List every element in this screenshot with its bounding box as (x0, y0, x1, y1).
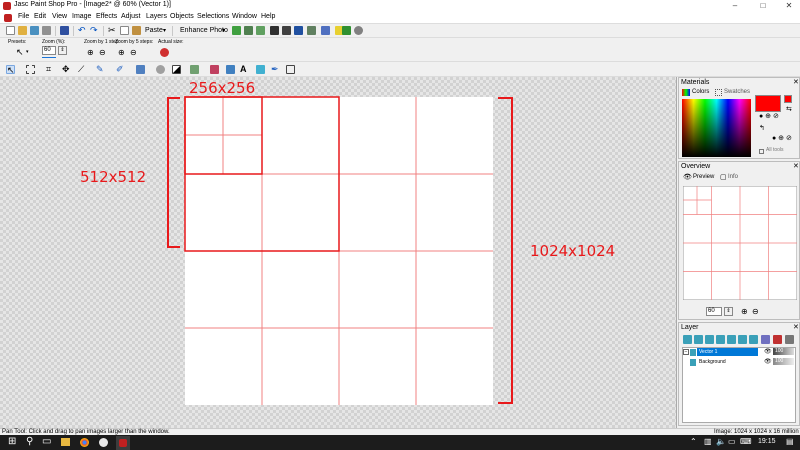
reset-colors-icon[interactable]: ↰ (759, 124, 765, 132)
layer-palette: Layer ✕ − Vector 1 👁 100 Background 👁 10… (678, 322, 800, 426)
overview-zoom-in-icon[interactable]: ⊕ (741, 307, 750, 316)
layer-title: Layer (681, 324, 699, 331)
swap-colors-icon[interactable]: ⇆ (786, 105, 792, 113)
new-mask-icon[interactable] (716, 335, 725, 344)
tab-info[interactable]: Info (728, 174, 738, 180)
info-tab-icon: ▢ (720, 174, 727, 181)
layer-properties-icon[interactable] (761, 335, 770, 344)
layer-opacity-slider[interactable]: 100 (773, 358, 794, 365)
overview-title: Overview (681, 163, 711, 170)
keyboard-icon[interactable]: ⌨ (740, 437, 752, 446)
new-art-layer-icon[interactable] (705, 335, 714, 344)
bracket-512 (167, 97, 180, 248)
tab-preview[interactable]: Preview (693, 174, 714, 180)
label-512: 512x512 (80, 168, 147, 186)
volume-icon[interactable]: 🔈 (716, 437, 726, 446)
layer-visibility-icon[interactable]: 👁 (764, 348, 772, 355)
overview-zoom-input[interactable]: 60 (706, 307, 722, 316)
psp-icon (119, 439, 127, 447)
materials-close-icon[interactable]: ✕ (793, 78, 799, 86)
image-overlay (167, 96, 513, 405)
layer-expand-icon[interactable]: − (683, 349, 689, 355)
overview-preview[interactable] (683, 186, 797, 300)
network-icon[interactable]: ▥ (704, 437, 712, 446)
overview-zoom-spinner[interactable]: ⇕ (724, 307, 733, 316)
clock[interactable]: 19:15 (758, 438, 776, 445)
tray-chevron-icon[interactable]: ⌃ (690, 437, 697, 446)
battery-icon[interactable]: ▭ (728, 437, 736, 446)
layer-visibility-icon[interactable]: 👁 (764, 358, 772, 365)
material-style-icon[interactable]: ● ⊕ ⊘ (759, 112, 779, 120)
layer-name: Background (699, 359, 726, 365)
bracket-1024 (498, 97, 513, 404)
layer-opacity-slider[interactable]: 100 (773, 348, 794, 355)
swatches-tab-icon (715, 89, 722, 96)
layer-item-background[interactable]: Background (697, 358, 758, 366)
layer-name: Vector 1 (699, 349, 718, 355)
explorer-icon[interactable] (61, 438, 70, 446)
maximize-button[interactable]: □ (752, 0, 774, 12)
all-tools-label: All tools (766, 147, 784, 153)
close-button[interactable]: ✕ (778, 0, 800, 12)
overview-palette: Overview ✕ 👁 Preview ▢ Info 60 ⇕ ⊕ ⊖ (678, 161, 800, 320)
windows-start-icon[interactable]: ⊞ (8, 436, 16, 447)
chrome-icon[interactable] (80, 438, 89, 447)
minimize-button[interactable]: – (724, 0, 746, 12)
materials-title: Materials (681, 79, 710, 86)
layer-menu-icon[interactable] (785, 335, 794, 344)
vector-layer-icon (690, 349, 696, 356)
all-tools-checkbox[interactable] (759, 149, 764, 154)
overview-close-icon[interactable]: ✕ (793, 162, 799, 170)
preview-eye-icon: 👁 (683, 174, 692, 181)
color-spectrum[interactable] (682, 99, 751, 157)
notifications-icon[interactable]: ▤ (786, 437, 794, 446)
layer-item-vector-1[interactable]: Vector 1 (697, 348, 758, 356)
new-raster-layer-icon[interactable] (683, 335, 692, 344)
search-icon[interactable]: ⚲ (26, 436, 33, 447)
task-view-icon[interactable]: ▭ (42, 436, 51, 447)
background-layer-icon (690, 359, 696, 366)
taskbar: ⊞ ⚲ ▭ ⌃ ▥ 🔈 ▭ ⌨ 19:15 ▤ (0, 435, 800, 450)
tab-colors[interactable]: Colors (692, 89, 709, 95)
adjustment-layer-icon[interactable] (738, 335, 747, 344)
status-bar: Pan Tool: Click and drag to pan images l… (0, 428, 800, 435)
materials-palette: Materials ✕ Colors Swatches ⇆ ● ⊕ ⊘ ↰ ● … (678, 77, 800, 159)
new-group-icon[interactable] (727, 335, 736, 344)
overview-zoom-out-icon[interactable]: ⊖ (752, 307, 761, 316)
layer-close-icon[interactable]: ✕ (793, 323, 799, 331)
delete-layer-icon[interactable] (773, 335, 782, 344)
app-icon-2[interactable] (99, 438, 108, 447)
duplicate-layer-icon[interactable] (749, 335, 758, 344)
colors-tab-icon (682, 89, 690, 96)
label-256: 256x256 (189, 79, 256, 97)
tab-swatches[interactable]: Swatches (724, 89, 750, 95)
background-color-swatch[interactable] (784, 95, 792, 103)
material-style-2-icon[interactable]: ● ⊕ ⊘ (772, 134, 792, 142)
new-vector-layer-icon[interactable] (694, 335, 703, 344)
foreground-color-swatch[interactable] (755, 95, 781, 112)
label-1024: 1024x1024 (530, 242, 616, 260)
